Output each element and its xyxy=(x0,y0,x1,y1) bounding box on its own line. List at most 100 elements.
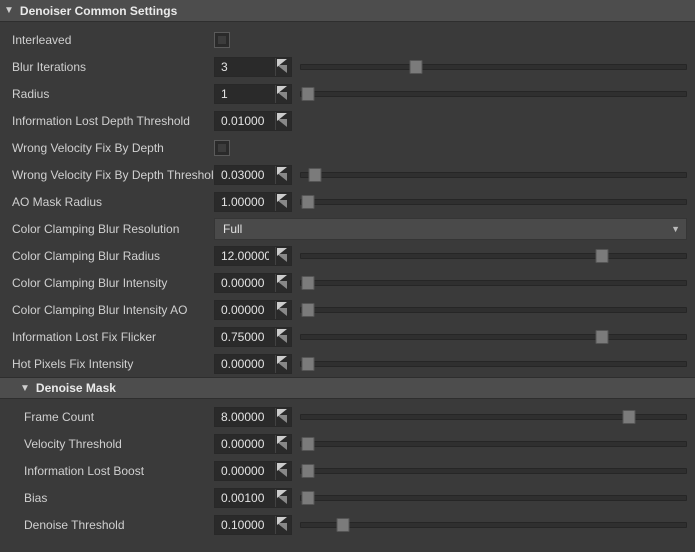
spinner-icon[interactable] xyxy=(275,516,291,534)
label-ao-mask-radius: AO Mask Radius xyxy=(8,195,214,209)
spinbox-velocity-threshold[interactable] xyxy=(214,434,292,454)
slider-color-clamping-blur-intensity[interactable] xyxy=(300,274,687,292)
section-header-denoise-mask[interactable]: ▼ Denoise Mask xyxy=(0,377,695,399)
section-title: Denoiser Common Settings xyxy=(20,4,177,18)
slider-info-lost-boost[interactable] xyxy=(300,462,687,480)
spinner-icon[interactable] xyxy=(275,85,291,103)
chevron-down-icon[interactable]: ▼ xyxy=(20,383,30,394)
label-hot-pixels-fix-intensity: Hot Pixels Fix Intensity xyxy=(8,357,214,371)
slider-hot-pixels-fix-intensity[interactable] xyxy=(300,355,687,373)
denoise-mask-rows: Frame Count Velocity Threshold xyxy=(0,399,695,538)
slider-color-clamping-blur-radius[interactable] xyxy=(300,247,687,265)
input-blur-iterations[interactable] xyxy=(215,58,275,76)
slider-blur-iterations[interactable] xyxy=(300,58,687,76)
input-info-lost-depth-threshold[interactable] xyxy=(215,112,275,130)
spinbox-frame-count[interactable] xyxy=(214,407,292,427)
spinner-icon[interactable] xyxy=(275,355,291,373)
row-wrong-velocity-fix-by-depth: Wrong Velocity Fix By Depth xyxy=(0,134,695,161)
label-velocity-threshold: Velocity Threshold xyxy=(8,437,214,451)
dropdown-value: Full xyxy=(223,222,242,236)
slider-velocity-threshold[interactable] xyxy=(300,435,687,453)
chevron-down-icon[interactable]: ▼ xyxy=(4,5,14,16)
spinbox-color-clamping-blur-radius[interactable] xyxy=(214,246,292,266)
spinbox-denoise-threshold[interactable] xyxy=(214,515,292,535)
input-bias[interactable] xyxy=(215,489,275,507)
spinbox-info-lost-fix-flicker[interactable] xyxy=(214,327,292,347)
sub-section-title: Denoise Mask xyxy=(36,381,116,395)
label-color-clamping-blur-intensity-ao: Color Clamping Blur Intensity AO xyxy=(8,303,214,317)
slider-color-clamping-blur-intensity-ao[interactable] xyxy=(300,301,687,319)
slider-radius[interactable] xyxy=(300,85,687,103)
spinbox-hot-pixels-fix-intensity[interactable] xyxy=(214,354,292,374)
spinner-icon[interactable] xyxy=(275,166,291,184)
spinbox-info-lost-boost[interactable] xyxy=(214,461,292,481)
checkbox-wrong-velocity-fix-by-depth[interactable] xyxy=(214,140,230,156)
section-header-denoiser[interactable]: ▼ Denoiser Common Settings xyxy=(0,0,695,22)
input-color-clamping-blur-intensity-ao[interactable] xyxy=(215,301,275,319)
checkbox-interleaved[interactable] xyxy=(214,32,230,48)
label-info-lost-boost: Information Lost Boost xyxy=(8,464,214,478)
input-ao-mask-radius[interactable] xyxy=(215,193,275,211)
spinner-icon[interactable] xyxy=(275,489,291,507)
input-hot-pixels-fix-intensity[interactable] xyxy=(215,355,275,373)
label-color-clamping-blur-intensity: Color Clamping Blur Intensity xyxy=(8,276,214,290)
settings-rows: Interleaved Blur Iterations xyxy=(0,22,695,377)
input-denoise-threshold[interactable] xyxy=(215,516,275,534)
input-wrong-velocity-fix-by-depth-threshold[interactable] xyxy=(215,166,275,184)
input-frame-count[interactable] xyxy=(215,408,275,426)
label-wrong-velocity-fix-by-depth: Wrong Velocity Fix By Depth xyxy=(8,141,214,155)
label-info-lost-depth-threshold: Information Lost Depth Threshold xyxy=(8,114,214,128)
row-info-lost-boost: Information Lost Boost xyxy=(0,457,695,484)
slider-denoise-threshold[interactable] xyxy=(300,516,687,534)
row-blur-iterations: Blur Iterations xyxy=(0,53,695,80)
row-velocity-threshold: Velocity Threshold xyxy=(0,430,695,457)
input-radius[interactable] xyxy=(215,85,275,103)
row-radius: Radius xyxy=(0,80,695,107)
spinner-icon[interactable] xyxy=(275,112,291,130)
input-velocity-threshold[interactable] xyxy=(215,435,275,453)
label-color-clamping-blur-radius: Color Clamping Blur Radius xyxy=(8,249,214,263)
row-hot-pixels-fix-intensity: Hot Pixels Fix Intensity xyxy=(0,350,695,377)
row-ao-mask-radius: AO Mask Radius xyxy=(0,188,695,215)
spinner-icon[interactable] xyxy=(275,301,291,319)
spinner-icon[interactable] xyxy=(275,58,291,76)
spinbox-ao-mask-radius[interactable] xyxy=(214,192,292,212)
label-denoise-threshold: Denoise Threshold xyxy=(8,518,214,532)
input-color-clamping-blur-intensity[interactable] xyxy=(215,274,275,292)
spinner-icon[interactable] xyxy=(275,193,291,211)
spinbox-radius[interactable] xyxy=(214,84,292,104)
slider-ao-mask-radius[interactable] xyxy=(300,193,687,211)
spinner-icon[interactable] xyxy=(275,408,291,426)
dropdown-color-clamping-blur-resolution[interactable]: Full ▼ xyxy=(214,218,687,240)
row-color-clamping-blur-resolution: Color Clamping Blur Resolution Full ▼ xyxy=(0,215,695,242)
spinbox-bias[interactable] xyxy=(214,488,292,508)
row-info-lost-fix-flicker: Information Lost Fix Flicker xyxy=(0,323,695,350)
spinbox-info-lost-depth-threshold[interactable] xyxy=(214,111,292,131)
row-color-clamping-blur-intensity-ao: Color Clamping Blur Intensity AO xyxy=(0,296,695,323)
label-info-lost-fix-flicker: Information Lost Fix Flicker xyxy=(8,330,214,344)
label-color-clamping-blur-resolution: Color Clamping Blur Resolution xyxy=(8,222,214,236)
row-color-clamping-blur-intensity: Color Clamping Blur Intensity xyxy=(0,269,695,296)
label-wrong-velocity-fix-by-depth-threshold: Wrong Velocity Fix By Depth Threshold xyxy=(8,168,214,182)
slider-info-lost-fix-flicker[interactable] xyxy=(300,328,687,346)
row-interleaved: Interleaved xyxy=(0,26,695,53)
label-interleaved: Interleaved xyxy=(8,33,214,47)
spinbox-wrong-velocity-fix-by-depth-threshold[interactable] xyxy=(214,165,292,185)
input-info-lost-boost[interactable] xyxy=(215,462,275,480)
spinner-icon[interactable] xyxy=(275,462,291,480)
slider-frame-count[interactable] xyxy=(300,408,687,426)
input-color-clamping-blur-radius[interactable] xyxy=(215,247,275,265)
input-info-lost-fix-flicker[interactable] xyxy=(215,328,275,346)
label-frame-count: Frame Count xyxy=(8,410,214,424)
row-wrong-velocity-fix-by-depth-threshold: Wrong Velocity Fix By Depth Threshold xyxy=(0,161,695,188)
slider-bias[interactable] xyxy=(300,489,687,507)
spinner-icon[interactable] xyxy=(275,247,291,265)
spinner-icon[interactable] xyxy=(275,274,291,292)
spinbox-blur-iterations[interactable] xyxy=(214,57,292,77)
spinbox-color-clamping-blur-intensity-ao[interactable] xyxy=(214,300,292,320)
spinner-icon[interactable] xyxy=(275,435,291,453)
chevron-down-icon: ▼ xyxy=(671,224,680,234)
spinner-icon[interactable] xyxy=(275,328,291,346)
spinbox-color-clamping-blur-intensity[interactable] xyxy=(214,273,292,293)
slider-wrong-velocity-fix-by-depth-threshold[interactable] xyxy=(300,166,687,184)
